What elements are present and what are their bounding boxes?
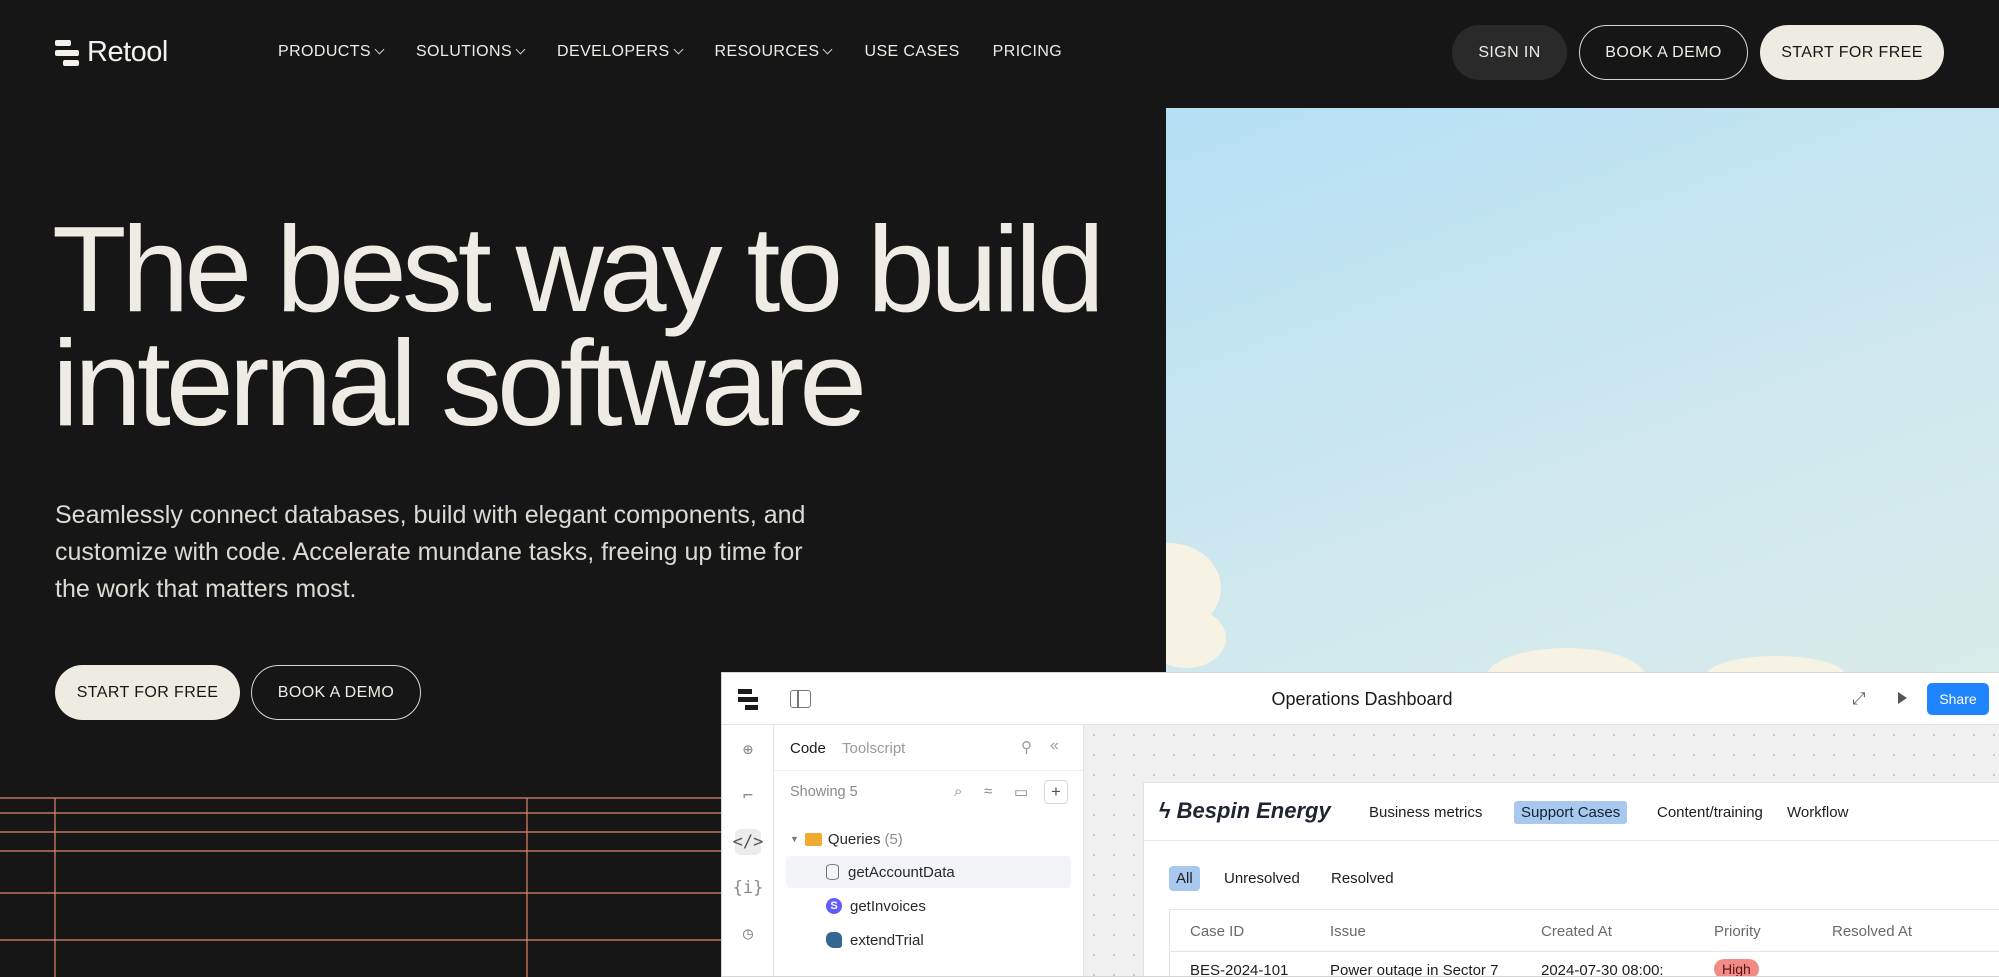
chevron-down-icon [823,44,833,55]
code-icon[interactable]: </> [733,829,763,855]
table-row[interactable]: BES-2024-101 Power outage in Sector 7 20… [1170,952,1999,977]
tab-toolscript[interactable]: Toolscript [842,740,905,757]
code-panel: Code Toolscript ⚲ « Showing 5 ⌕ ≈ ▭ + ▼ … [774,725,1084,976]
query-item[interactable]: extendTrial [786,924,1071,956]
query-name: extendTrial [850,931,924,949]
query-name: getAccountData [848,863,955,881]
tab-content-training[interactable]: Content/training [1650,801,1770,824]
left-rail: ⊕ ⌐ </> {i} ◷ [722,725,774,976]
tab-workflow[interactable]: Workflow [1780,801,1855,824]
nav-pricing[interactable]: PRICING [993,43,1062,61]
nav-developers-label: DEVELOPERS [557,43,670,60]
filter-resolved[interactable]: Resolved [1324,866,1401,891]
hero-title: The best way to build internal software [52,208,1105,444]
postgres-icon [826,932,842,948]
share-button[interactable]: Share [1927,683,1989,715]
nav-solutions[interactable]: SOLUTIONS [415,43,526,61]
showing-count: Showing 5 [790,784,858,800]
queries-folder[interactable]: ▼ Queries (5) [790,823,1075,855]
collapse-icon[interactable]: « [1050,737,1059,755]
query-name: getInvoices [850,897,926,915]
nav-use-cases[interactable]: USE CASES [864,43,959,61]
filter-unresolved[interactable]: Unresolved [1217,866,1307,891]
caret-down-icon: ▼ [790,834,799,844]
add-query-button[interactable]: + [1044,780,1068,804]
code-panel-header: Code Toolscript ⚲ « [774,725,1083,771]
play-icon[interactable] [1898,692,1907,704]
chevron-down-icon [515,44,526,55]
col-created-at[interactable]: Created At [1541,923,1612,940]
app-brand-name: Bespin Energy [1176,798,1331,823]
chevron-down-icon [673,44,683,55]
tab-support-cases[interactable]: Support Cases [1514,801,1628,824]
cell-created-at: 2024-07-30 08:00: [1541,962,1664,977]
app-canvas: ϟ Bespin Energy Business metrics Support… [1084,725,1999,977]
folder-label: Queries [827,830,881,848]
expand-icon[interactable]: ⤢ [1852,689,1866,709]
folder-count: (5) [884,830,903,848]
priority-badge: High [1714,959,1759,976]
dashboard-header: Operations Dashboard ⤢ Share [722,673,1999,725]
col-case-id[interactable]: Case ID [1190,923,1244,940]
bespin-app: ϟ Bespin Energy Business metrics Support… [1143,782,1999,977]
hero-title-line-2: internal software [52,315,867,451]
tab-code[interactable]: Code [790,740,826,757]
top-nav: Retool PRODUCTS SOLUTIONS DEVELOPERS RES… [0,0,1999,105]
brand-name: Retool [87,36,168,68]
app-header: ϟ Bespin Energy Business metrics Support… [1144,783,1999,841]
stripe-icon: S [826,898,842,914]
chevron-down-icon [374,44,385,55]
dashboard-title: Operations Dashboard [1271,689,1453,709]
bolt-icon: ϟ [1159,798,1171,823]
col-resolved-at[interactable]: Resolved At [1832,923,1912,940]
history-icon[interactable]: ◷ [735,921,761,947]
col-issue[interactable]: Issue [1330,923,1366,940]
dashboard-preview: Operations Dashboard ⤢ Share ⊕ ⌐ </> {i}… [721,672,1999,977]
retool-logo-icon [55,39,79,66]
book-demo-button[interactable]: BOOK A DEMO [1579,25,1748,80]
database-icon [826,864,839,880]
start-free-button[interactable]: START FOR FREE [1760,25,1944,80]
cell-case-id: BES-2024-101 [1190,962,1289,977]
sign-in-button[interactable]: SIGN IN [1452,25,1567,80]
main-menu: PRODUCTS SOLUTIONS DEVELOPERS RESOURCES … [278,43,1062,61]
tree-icon[interactable]: ⌐ [735,783,761,809]
nav-resources[interactable]: RESOURCES [714,43,833,61]
new-folder-icon[interactable]: ▭ [1014,783,1028,801]
nav-products[interactable]: PRODUCTS [278,43,385,61]
tab-business-metrics[interactable]: Business metrics [1362,801,1489,824]
add-component-icon[interactable]: ⊕ [735,737,761,763]
filter-all[interactable]: All [1169,866,1200,891]
app-brand: ϟ Bespin Energy [1159,798,1331,824]
nav-products-label: PRODUCTS [278,43,371,60]
filter-icon[interactable]: ≈ [984,783,992,800]
folder-icon [804,832,822,846]
col-priority[interactable]: Priority [1714,923,1761,940]
code-toolbar: Showing 5 ⌕ ≈ ▭ + [774,771,1083,813]
nav-solutions-label: SOLUTIONS [415,43,513,60]
cell-issue: Power outage in Sector 7 [1330,962,1499,977]
query-item[interactable]: getAccountData [786,856,1071,888]
hero-book-demo-button[interactable]: BOOK A DEMO [251,665,421,720]
state-icon[interactable]: {i} [733,875,764,901]
search-icon[interactable]: ⌕ [954,783,962,800]
nav-resources-label: RESOURCES [714,43,820,60]
query-item[interactable]: S getInvoices [786,890,1071,922]
hero-start-free-button[interactable]: START FOR FREE [55,665,240,720]
support-cases-table: Case ID Issue Created At Priority Resolv… [1169,909,1999,977]
hero-subtitle: Seamlessly connect databases, build with… [55,501,806,603]
cloud [1166,608,1226,668]
retool-logo[interactable]: Retool [55,36,168,69]
decorative-grid [0,797,730,977]
pin-icon[interactable]: ⚲ [1021,738,1032,756]
table-header: Case ID Issue Created At Priority Resolv… [1170,910,1999,952]
nav-developers[interactable]: DEVELOPERS [557,43,683,61]
